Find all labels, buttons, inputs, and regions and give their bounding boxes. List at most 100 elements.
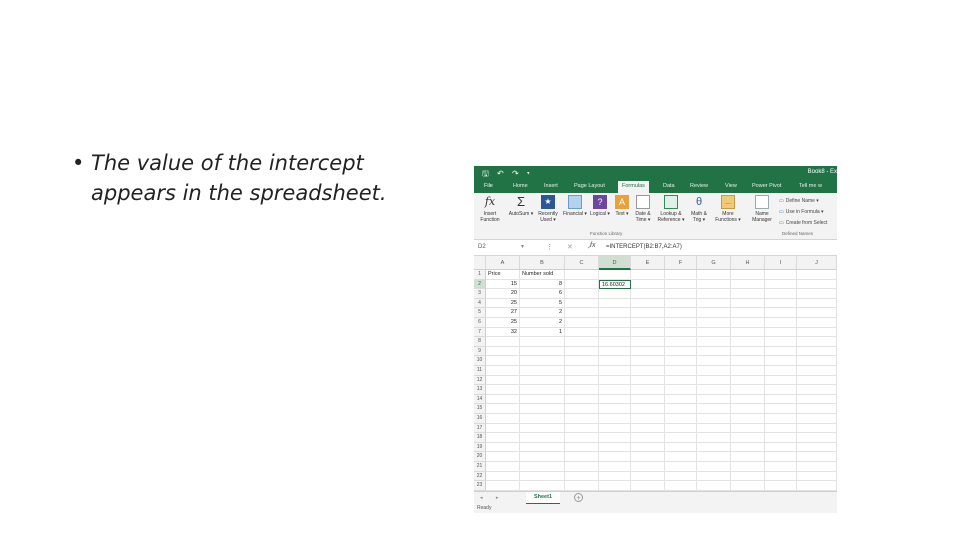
cell-i4[interactable] <box>765 298 797 309</box>
column-header-c[interactable]: C <box>565 256 599 270</box>
tab-view[interactable]: View <box>725 183 737 189</box>
cell-j22[interactable] <box>797 471 837 482</box>
cell-f23[interactable] <box>665 481 697 491</box>
cell-i3[interactable] <box>765 289 797 299</box>
cell-b19[interactable] <box>520 442 565 453</box>
cell-a3[interactable]: 20 <box>486 289 520 299</box>
tab-formulas[interactable]: Formulas <box>618 181 649 193</box>
use-in-formula-button[interactable]: ▭ Use in Formula ▾ <box>779 207 827 218</box>
cell-e7[interactable] <box>631 327 665 338</box>
cell-c21[interactable] <box>565 462 599 472</box>
cell-h22[interactable] <box>731 471 765 482</box>
cell-i21[interactable] <box>765 462 797 472</box>
cell-b5[interactable]: 2 <box>520 308 565 318</box>
cell-h20[interactable] <box>731 452 765 462</box>
cell-i5[interactable] <box>765 308 797 318</box>
name-box[interactable]: D2 <box>478 244 524 252</box>
cell-e5[interactable] <box>631 308 665 318</box>
cell-h10[interactable] <box>731 356 765 366</box>
cell-f19[interactable] <box>665 442 697 453</box>
cell-e22[interactable] <box>631 471 665 482</box>
cell-i14[interactable] <box>765 394 797 405</box>
cell-h9[interactable] <box>731 346 765 357</box>
cell-b13[interactable] <box>520 385 565 395</box>
cell-c9[interactable] <box>565 346 599 357</box>
cell-c1[interactable] <box>565 270 599 280</box>
cell-e4[interactable] <box>631 298 665 309</box>
cell-e1[interactable] <box>631 270 665 280</box>
row-header-19[interactable]: 19 <box>474 442 486 453</box>
column-header-b[interactable]: B <box>520 256 565 270</box>
cell-a19[interactable] <box>486 442 520 453</box>
cell-j16[interactable] <box>797 414 837 424</box>
cell-c13[interactable] <box>565 385 599 395</box>
cell-j20[interactable] <box>797 452 837 462</box>
cell-a16[interactable] <box>486 414 520 424</box>
cell-f1[interactable] <box>665 270 697 280</box>
cell-f10[interactable] <box>665 356 697 366</box>
cell-h18[interactable] <box>731 433 765 443</box>
row-header-6[interactable]: 6 <box>474 318 486 328</box>
cell-h14[interactable] <box>731 394 765 405</box>
cell-g18[interactable] <box>697 433 731 443</box>
cell-i13[interactable] <box>765 385 797 395</box>
cell-b11[interactable] <box>520 366 565 376</box>
cell-g7[interactable] <box>697 327 731 338</box>
date-time-button[interactable]: Date & Time ▾ <box>629 195 657 223</box>
cell-a11[interactable] <box>486 366 520 376</box>
cell-b8[interactable] <box>520 337 565 347</box>
row-header-3[interactable]: 3 <box>474 289 486 299</box>
cell-j21[interactable] <box>797 462 837 472</box>
cell-g23[interactable] <box>697 481 731 491</box>
name-manager-button[interactable]: Name Manager <box>748 195 776 223</box>
cell-b3[interactable]: 6 <box>520 289 565 299</box>
chevron-down-icon[interactable]: ▾ <box>521 243 524 250</box>
cell-f3[interactable] <box>665 289 697 299</box>
cell-h15[interactable] <box>731 404 765 414</box>
cell-g5[interactable] <box>697 308 731 318</box>
cell-g2[interactable] <box>697 279 731 290</box>
row-header-7[interactable]: 7 <box>474 327 486 338</box>
cell-d2[interactable]: 16.60302 <box>599 279 631 290</box>
cell-e9[interactable] <box>631 346 665 357</box>
cell-f17[interactable] <box>665 423 697 434</box>
cell-i22[interactable] <box>765 471 797 482</box>
cell-h17[interactable] <box>731 423 765 434</box>
cell-i16[interactable] <box>765 414 797 424</box>
cell-h8[interactable] <box>731 337 765 347</box>
cell-g16[interactable] <box>697 414 731 424</box>
column-header-a[interactable]: A <box>486 256 520 270</box>
row-header-5[interactable]: 5 <box>474 308 486 318</box>
cell-g14[interactable] <box>697 394 731 405</box>
row-header-12[interactable]: 12 <box>474 375 486 386</box>
cell-b22[interactable] <box>520 471 565 482</box>
formula-input[interactable]: =INTERCEPT(B2:B7,A2:A7) <box>606 244 682 250</box>
cell-h16[interactable] <box>731 414 765 424</box>
row-header-1[interactable]: 1 <box>474 270 486 280</box>
cell-j3[interactable] <box>797 289 837 299</box>
row-header-23[interactable]: 23 <box>474 481 486 491</box>
cell-e2[interactable] <box>631 279 665 290</box>
cell-a14[interactable] <box>486 394 520 405</box>
cell-b20[interactable] <box>520 452 565 462</box>
sheet-nav-arrows[interactable]: ◂ ▸ <box>480 495 504 501</box>
cell-d1[interactable] <box>599 270 631 280</box>
add-sheet-icon[interactable]: + <box>574 493 583 502</box>
cell-e18[interactable] <box>631 433 665 443</box>
cell-j19[interactable] <box>797 442 837 453</box>
cell-a8[interactable] <box>486 337 520 347</box>
cell-j23[interactable] <box>797 481 837 491</box>
cell-i15[interactable] <box>765 404 797 414</box>
cell-d5[interactable] <box>599 308 631 318</box>
cell-e16[interactable] <box>631 414 665 424</box>
cell-f16[interactable] <box>665 414 697 424</box>
tab-power-pivot[interactable]: Power Pivot <box>752 183 781 189</box>
cell-g17[interactable] <box>697 423 731 434</box>
cell-j12[interactable] <box>797 375 837 386</box>
cell-c17[interactable] <box>565 423 599 434</box>
cell-d23[interactable] <box>599 481 631 491</box>
column-header-h[interactable]: H <box>731 256 765 270</box>
row-header-13[interactable]: 13 <box>474 385 486 395</box>
cell-c4[interactable] <box>565 298 599 309</box>
cell-g22[interactable] <box>697 471 731 482</box>
